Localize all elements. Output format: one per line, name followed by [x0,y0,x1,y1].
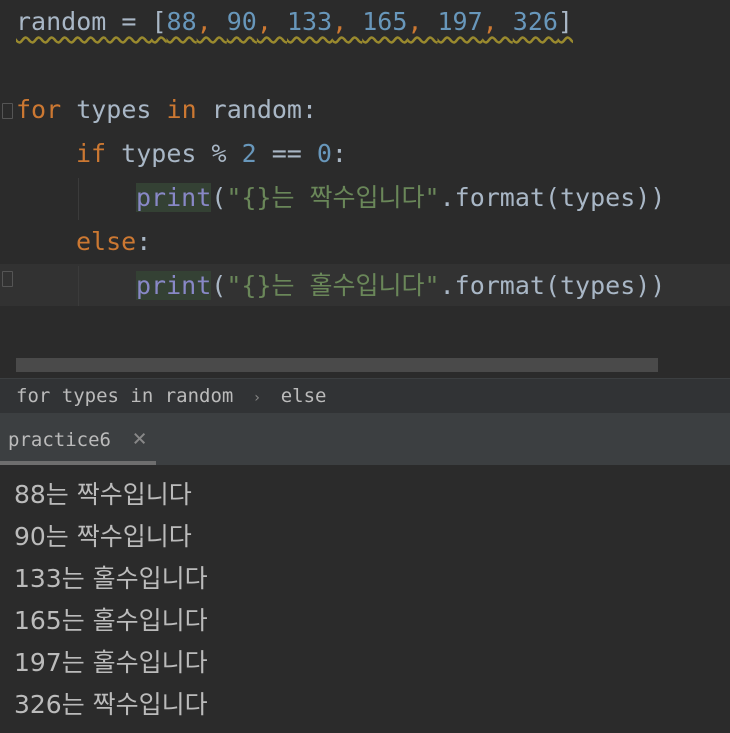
number-literal: 0 [316,139,332,168]
indent-guide [78,266,79,306]
number-literal: 326 [512,7,558,36]
identifier: types % [106,139,242,168]
active-tab-indicator [0,461,156,465]
number-literal: 197 [437,7,483,36]
code-line-7: print("{}는 홀수입니다".format(types)) [136,264,665,308]
indent-guide [78,178,79,220]
fold-marker-icon[interactable] [2,271,13,287]
code-line-3: for types in random: [16,88,317,132]
code-line-1: random = [88, 90, 133, 165, 197, 326] [16,7,573,36]
operator: ( [211,271,227,300]
builtin-function: print [136,271,212,300]
identifier: .format(types)) [439,183,666,212]
run-tab-label: practice6 [8,429,111,451]
output-line: 326는 짝수입니다 [14,690,208,719]
operator: : [136,227,152,256]
number-literal: 165 [362,7,408,36]
identifier: .format(types)) [439,271,666,300]
bracket: ] [557,7,573,36]
code-line-6: else: [76,220,151,264]
output-line: 197는 홀수입니다 [14,648,208,677]
fold-marker-icon[interactable] [2,103,13,119]
close-icon[interactable]: × [132,424,146,452]
output-line: 88는 짝수입니다 [14,480,192,509]
operator: == [256,139,317,168]
identifier: random [16,7,107,36]
number-literal: 133 [286,7,333,36]
breadcrumb-item-else[interactable]: else [281,379,327,413]
bracket: [ [151,7,167,36]
keyword: else [76,227,137,256]
code-editor[interactable]: random = [88, 90, 133, 165, 197, 326] fo… [0,0,730,378]
keyword: if [76,139,107,168]
output-line: 133는 홀수입니다 [14,564,208,593]
operator: = [106,7,152,36]
builtin-function: print [136,183,212,212]
keyword: in [166,95,197,124]
keyword: for [16,95,62,124]
identifier: types [61,95,167,124]
code-line-4: if types % 2 == 0: [76,132,347,176]
code-line-5: print("{}는 짝수입니다".format(types)) [136,176,665,220]
breadcrumb-item-for[interactable]: for types in random [16,379,233,413]
output-line: 165는 홀수입니다 [14,606,208,635]
horizontal-scrollbar[interactable] [16,358,658,372]
number-literal: 2 [241,139,257,168]
string-literal: "{}는 짝수입니다" [226,183,440,212]
output-line: 90는 짝수입니다 [14,522,192,551]
number-literal: 90 [226,7,257,36]
string-literal: "{}는 홀수입니다" [226,271,440,300]
run-tab-bar: practice6 × [0,413,730,465]
breadcrumb: for types in random › else [0,378,730,414]
number-literal: 88 [166,7,197,36]
console-output: 88는 짝수입니다 90는 짝수입니다 133는 홀수입니다 165는 홀수입니… [0,466,730,733]
run-tab-practice6[interactable]: practice6 × [0,413,156,465]
identifier: random: [196,95,318,124]
operator: ( [211,183,227,212]
operator: : [331,139,347,168]
breadcrumb-separator-icon: › [252,390,262,406]
